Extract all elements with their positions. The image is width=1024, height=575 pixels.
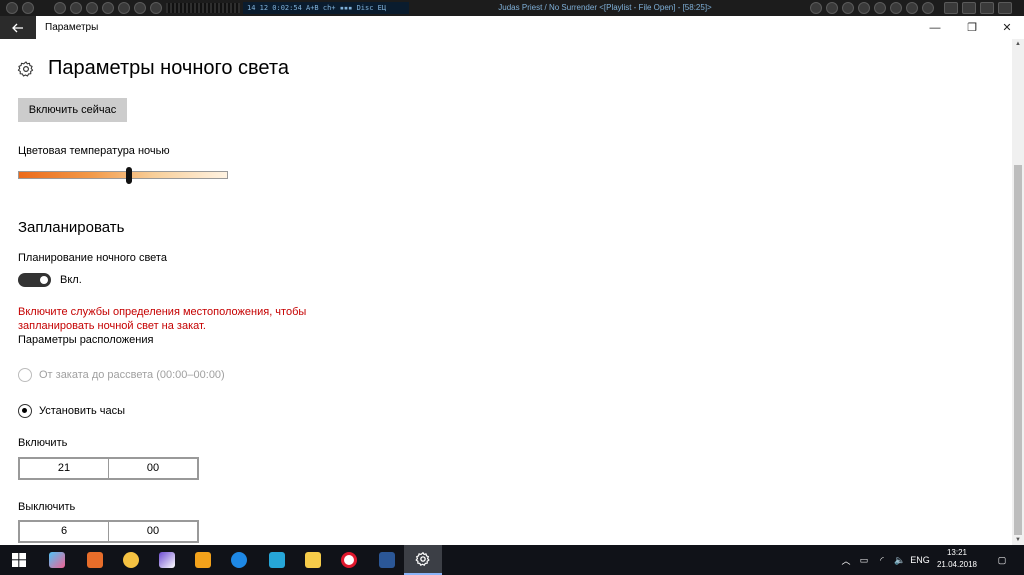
taskbar-app-opera[interactable]	[330, 545, 368, 575]
paint-brush-icon	[49, 552, 65, 568]
taskbar: ︿ ▭ ◜ 🔈 ENG 13:21 21.04.2018 ▢	[0, 545, 1024, 575]
turn-off-time-picker[interactable]: 6 00	[18, 520, 199, 543]
location-error-message: Включите службы определения местоположен…	[18, 306, 307, 332]
media-button[interactable]	[70, 2, 82, 14]
taskbar-app-winamp[interactable]	[112, 545, 150, 575]
back-arrow-icon	[12, 23, 23, 32]
close-button[interactable]: ✕	[990, 16, 1024, 39]
play-control-button[interactable]	[874, 2, 886, 14]
winamp-icon	[123, 552, 139, 568]
play-control-button[interactable]	[842, 2, 854, 14]
ccleaner-icon	[231, 552, 247, 568]
player-mode-button[interactable]	[980, 2, 994, 14]
media-button[interactable]	[150, 2, 162, 14]
scroll-up-icon[interactable]: ▲	[1012, 39, 1024, 49]
slider-thumb[interactable]	[126, 167, 133, 184]
media-button[interactable]	[86, 2, 98, 14]
laptop-icon[interactable]: ▭	[856, 545, 872, 575]
schedule-heading: Запланировать	[18, 219, 125, 236]
taskbar-clock[interactable]: 13:21 21.04.2018	[930, 547, 984, 571]
lightning-icon	[195, 552, 211, 568]
media-button[interactable]	[134, 2, 146, 14]
turn-on-hour[interactable]: 21	[20, 459, 109, 478]
vertical-scrollbar[interactable]: ▲ ▼	[1012, 39, 1024, 545]
media-button[interactable]	[102, 2, 114, 14]
clock-date: 21.04.2018	[936, 560, 978, 569]
player-lcd: 14 12 0:02:54 A+B ch+ ▪▪▪ Disc ЕЦ	[243, 2, 409, 14]
opera-icon	[341, 552, 357, 568]
scrollbar-thumb[interactable]	[1014, 165, 1022, 535]
page-title: Параметры ночного света	[48, 57, 289, 79]
play-control-button[interactable]	[858, 2, 870, 14]
location-settings-link[interactable]: Параметры расположения	[18, 334, 153, 346]
player-mode-button[interactable]	[998, 2, 1012, 14]
clock-time: 13:21	[946, 548, 968, 557]
play-control-button[interactable]	[890, 2, 902, 14]
taskbar-app-lightning[interactable]	[184, 545, 222, 575]
turn-on-label: Включить	[18, 437, 68, 449]
settings-gear-icon	[415, 552, 430, 566]
scroll-down-icon[interactable]: ▼	[1012, 535, 1024, 545]
color-temperature-label: Цветовая температура ночью	[18, 145, 170, 157]
radio-dot	[22, 408, 27, 413]
taskbar-app-paint[interactable]	[38, 545, 76, 575]
set-hours-radio[interactable]	[18, 404, 32, 418]
media-button[interactable]	[54, 2, 66, 14]
vlc-icon	[159, 552, 175, 568]
schedule-toggle[interactable]	[18, 273, 51, 287]
minimize-button[interactable]: —	[918, 16, 952, 39]
enable-now-button[interactable]: Включить сейчас	[18, 98, 127, 122]
start-button[interactable]	[0, 545, 38, 575]
player-mode-button[interactable]	[944, 2, 958, 14]
toggle-state-label: Вкл.	[60, 274, 82, 286]
media-button[interactable]	[118, 2, 130, 14]
windows-logo-icon	[12, 553, 26, 567]
word-icon	[379, 552, 395, 568]
turn-off-minute[interactable]: 00	[109, 522, 197, 541]
notifications-icon[interactable]: ▢	[992, 545, 1012, 575]
wifi-icon[interactable]: ◜	[874, 545, 890, 575]
language-indicator[interactable]: ENG	[908, 545, 932, 575]
restore-button[interactable]: ❐	[955, 16, 989, 39]
taskbar-app-word[interactable]	[368, 545, 406, 575]
taskbar-app-ccleaner[interactable]	[220, 545, 258, 575]
window-titlebar: Параметры — ❐ ✕	[0, 16, 1024, 39]
sunset-radio-label: От заката до рассвета (00:00–00:00)	[39, 369, 225, 381]
taskbar-app-explorer[interactable]	[294, 545, 332, 575]
fl-studio-icon	[87, 552, 103, 568]
set-hours-radio-label: Установить часы	[39, 405, 126, 417]
taskbar-app-settings[interactable]	[404, 545, 442, 575]
folder-icon	[305, 552, 321, 568]
media-button[interactable]	[22, 2, 34, 14]
back-button[interactable]	[0, 16, 36, 39]
color-temperature-slider[interactable]	[18, 171, 228, 179]
taskbar-app-fl-studio[interactable]	[76, 545, 114, 575]
equalizer-display	[166, 3, 240, 13]
taskbar-app-remote[interactable]	[258, 545, 296, 575]
media-button[interactable]	[6, 2, 18, 14]
turn-off-label: Выключить	[18, 501, 76, 513]
player-mode-button[interactable]	[962, 2, 976, 14]
track-title: Judas Priest / No Surrender <[Playlist -…	[498, 3, 712, 12]
show-hidden-icons-icon[interactable]: ︿	[838, 545, 854, 575]
schedule-label: Планирование ночного света	[18, 252, 167, 264]
toggle-knob	[40, 276, 48, 284]
gear-icon	[17, 61, 34, 77]
turn-on-time-picker[interactable]: 21 00	[18, 457, 199, 480]
turn-on-minute[interactable]: 00	[109, 459, 197, 478]
play-control-button[interactable]	[810, 2, 822, 14]
play-control-button[interactable]	[826, 2, 838, 14]
taskbar-app-vlc[interactable]	[148, 545, 186, 575]
window-title: Параметры	[45, 22, 99, 33]
play-control-button[interactable]	[922, 2, 934, 14]
play-control-button[interactable]	[906, 2, 918, 14]
volume-muted-icon[interactable]: 🔈	[892, 545, 908, 575]
turn-off-hour[interactable]: 6	[20, 522, 109, 541]
media-player-bar: 14 12 0:02:54 A+B ch+ ▪▪▪ Disc ЕЦ Judas …	[0, 0, 1024, 16]
sunset-radio	[18, 368, 32, 382]
remote-icon	[269, 552, 285, 568]
